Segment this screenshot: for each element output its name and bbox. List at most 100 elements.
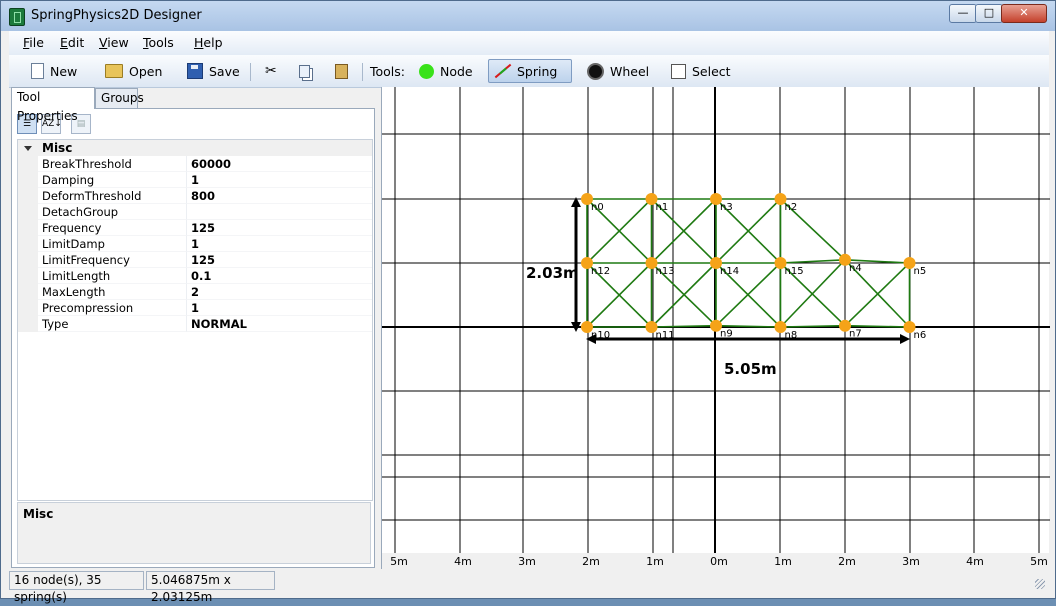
property-row[interactable]: LimitFrequency 125 bbox=[18, 252, 372, 268]
axis-tick-label: 1m bbox=[646, 555, 664, 568]
axis-tick-label: 4m bbox=[966, 555, 984, 568]
spring-label: Spring bbox=[517, 63, 558, 79]
axis-tick-label: 4m bbox=[454, 555, 472, 568]
spring-icon bbox=[493, 63, 511, 79]
status-size: 5.046875m x 2.03125m bbox=[146, 571, 275, 604]
property-value[interactable]: NORMAL bbox=[187, 316, 372, 332]
select-box-icon bbox=[671, 63, 686, 79]
node-tool-button[interactable]: Node bbox=[415, 59, 477, 83]
property-value[interactable]: 125 bbox=[187, 252, 372, 268]
axis-tick-label: 5m bbox=[390, 555, 408, 568]
node-label: n9 bbox=[720, 329, 733, 340]
row-gutter bbox=[18, 252, 38, 268]
property-name: LimitFrequency bbox=[38, 252, 187, 268]
row-gutter bbox=[18, 284, 38, 300]
menu-help[interactable]: Help bbox=[194, 35, 223, 50]
menu-tools[interactable]: Tools bbox=[143, 35, 174, 50]
save-button[interactable]: Save bbox=[183, 59, 244, 83]
property-pages-icon: ▤ bbox=[76, 119, 86, 129]
node-label: n11 bbox=[656, 330, 675, 341]
height-dimension-label: 2.03m bbox=[526, 264, 579, 282]
axis-tick-label: 2m bbox=[582, 555, 600, 568]
node-label: n7 bbox=[849, 329, 862, 340]
property-row[interactable]: Precompression 1 bbox=[18, 300, 372, 316]
select-tool-button[interactable]: Select bbox=[667, 59, 735, 83]
tab-tool-properties[interactable]: Tool Properties bbox=[11, 87, 95, 123]
open-button[interactable]: Open bbox=[101, 59, 166, 83]
property-value[interactable]: 1 bbox=[187, 172, 372, 188]
new-file-icon bbox=[31, 63, 44, 79]
axis-tick-label: 5m bbox=[1030, 555, 1048, 568]
property-value[interactable]: 2 bbox=[187, 284, 372, 300]
tools-label: Tools: bbox=[370, 63, 406, 79]
property-row[interactable]: BreakThreshold 60000 bbox=[18, 156, 372, 172]
node-label: n3 bbox=[720, 202, 733, 213]
spring-tool-button[interactable]: Spring bbox=[488, 59, 572, 83]
minimize-button[interactable]: — bbox=[949, 4, 977, 23]
status-bar: 16 node(s), 35 spring(s) 5.046875m x 2.0… bbox=[9, 569, 1049, 604]
menu-view[interactable]: View bbox=[99, 35, 129, 50]
toolbar-separator bbox=[250, 63, 251, 81]
axis-tick-label: 2m bbox=[838, 555, 856, 568]
paste-button[interactable] bbox=[331, 59, 352, 83]
resize-grip-icon[interactable] bbox=[1035, 579, 1045, 589]
tab-groups[interactable]: Groups bbox=[95, 88, 144, 108]
property-row[interactable]: MaxLength 2 bbox=[18, 284, 372, 300]
new-button[interactable]: New bbox=[27, 59, 81, 83]
node-label: n5 bbox=[914, 266, 927, 277]
property-name: DeformThreshold bbox=[38, 188, 187, 204]
property-value[interactable]: 1 bbox=[187, 300, 372, 316]
property-name: LimitDamp bbox=[38, 236, 187, 252]
copy-button[interactable] bbox=[295, 59, 314, 83]
property-value[interactable]: 1 bbox=[187, 236, 372, 252]
design-canvas[interactable]: 5m 4m 3m 2m 1m 0m 1m 2m 3m 4m 5m 2.03m 5.05m n0 n1 n3 n2… bbox=[381, 87, 1050, 569]
property-value[interactable]: 60000 bbox=[187, 156, 372, 172]
category-label: Misc bbox=[42, 141, 73, 155]
node-icon bbox=[419, 63, 434, 79]
property-value[interactable]: 800 bbox=[187, 188, 372, 204]
axis-tick-label: 3m bbox=[902, 555, 920, 568]
save-label: Save bbox=[209, 63, 240, 79]
property-value[interactable]: 125 bbox=[187, 220, 372, 236]
property-row[interactable]: Frequency 125 bbox=[18, 220, 372, 236]
collapse-triangle-icon[interactable] bbox=[24, 146, 32, 151]
node-label: n4 bbox=[849, 263, 862, 274]
property-row[interactable]: Type NORMAL bbox=[18, 316, 372, 332]
menu-bar: File Edit View Tools Help bbox=[9, 31, 1049, 55]
property-grid: Misc BreakThreshold 60000 Damping 1 DeformTh… bbox=[17, 139, 373, 501]
property-row[interactable]: DetachGroup bbox=[18, 204, 372, 220]
save-disk-icon bbox=[187, 63, 203, 79]
open-folder-icon bbox=[105, 64, 123, 78]
toolbar-separator bbox=[362, 63, 363, 81]
node-label: n12 bbox=[591, 266, 610, 277]
row-gutter bbox=[18, 204, 38, 220]
close-button[interactable]: ✕ bbox=[1001, 4, 1047, 23]
menu-file[interactable]: File bbox=[23, 35, 44, 50]
menu-edit[interactable]: Edit bbox=[60, 35, 84, 50]
property-row[interactable]: LimitLength 0.1 bbox=[18, 268, 372, 284]
wheel-tool-button[interactable]: Wheel bbox=[583, 59, 653, 83]
property-name: Type bbox=[38, 316, 187, 332]
category-header[interactable]: Misc bbox=[18, 140, 372, 156]
property-value[interactable]: 0.1 bbox=[187, 268, 372, 284]
node-label: n14 bbox=[720, 266, 739, 277]
copy-icon bbox=[299, 64, 310, 78]
node-label: n8 bbox=[785, 330, 798, 341]
row-gutter bbox=[18, 300, 38, 316]
paste-clipboard-icon bbox=[335, 63, 348, 79]
scissors-icon: ✂ bbox=[265, 63, 277, 79]
axis-tick-label: 0m bbox=[710, 555, 728, 568]
title-bar[interactable]: SpringPhysics2D Designer — □ ✕ bbox=[1, 1, 1055, 31]
property-row[interactable]: DeformThreshold 800 bbox=[18, 188, 372, 204]
node-label: n10 bbox=[591, 330, 610, 341]
property-name: LimitLength bbox=[38, 268, 187, 284]
row-gutter bbox=[18, 220, 38, 236]
property-row[interactable]: LimitDamp 1 bbox=[18, 236, 372, 252]
property-value[interactable] bbox=[187, 204, 372, 220]
node-label: n2 bbox=[785, 202, 798, 213]
axis-tick-label: 3m bbox=[518, 555, 536, 568]
cut-button[interactable]: ✂ bbox=[261, 59, 281, 83]
property-row[interactable]: Damping 1 bbox=[18, 172, 372, 188]
canvas-svg[interactable]: 5m 4m 3m 2m 1m 0m 1m 2m 3m 4m 5m 2.03m 5.05m n0 n1 n3 n2… bbox=[382, 87, 1050, 569]
maximize-button[interactable]: □ bbox=[975, 4, 1003, 23]
